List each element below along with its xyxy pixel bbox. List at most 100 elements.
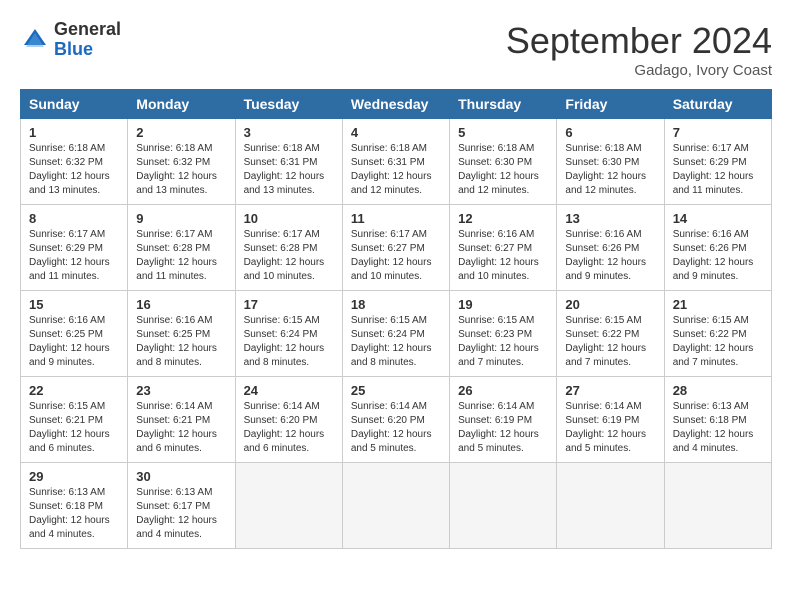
day-number: 29 — [29, 469, 119, 484]
weekday-header-saturday: Saturday — [664, 90, 771, 119]
day-number: 17 — [244, 297, 334, 312]
calendar-day-cell — [235, 463, 342, 549]
day-info: Sunrise: 6:18 AM Sunset: 6:31 PM Dayligh… — [351, 142, 441, 198]
day-number: 4 — [351, 125, 441, 140]
day-number: 18 — [351, 297, 441, 312]
day-number: 5 — [458, 125, 548, 140]
calendar-day-cell: 21 Sunrise: 6:15 AM Sunset: 6:22 PM Dayli… — [664, 291, 771, 377]
weekday-header-sunday: Sunday — [21, 90, 128, 119]
day-number: 14 — [673, 211, 763, 226]
calendar-day-cell: 1Sunrise: 6:18 AM Sunset: 6:32 PM Daylig… — [21, 119, 128, 205]
day-number: 28 — [673, 383, 763, 398]
day-number: 9 — [136, 211, 226, 226]
day-info: Sunrise: 6:17 AM Sunset: 6:27 PM Dayligh… — [351, 228, 441, 284]
day-number: 10 — [244, 211, 334, 226]
calendar-day-cell: 3Sunrise: 6:18 AM Sunset: 6:31 PM Daylig… — [235, 119, 342, 205]
calendar-day-cell — [342, 463, 449, 549]
calendar-day-cell — [450, 463, 557, 549]
calendar-week-2: 8 Sunrise: 6:17 AM Sunset: 6:29 PM Daylig… — [21, 205, 772, 291]
day-info: Sunrise: 6:16 AM Sunset: 6:26 PM Dayligh… — [565, 228, 655, 284]
day-number: 8 — [29, 211, 119, 226]
logo-general-text: General — [54, 20, 121, 40]
day-number: 2 — [136, 125, 226, 140]
weekday-header-monday: Monday — [128, 90, 235, 119]
calendar-day-cell: 10 Sunrise: 6:17 AM Sunset: 6:28 PM Dayli… — [235, 205, 342, 291]
day-info: Sunrise: 6:17 AM Sunset: 6:28 PM Dayligh… — [136, 228, 226, 284]
day-info: Sunrise: 6:13 AM Sunset: 6:18 PM Dayligh… — [29, 486, 119, 542]
calendar-day-cell: 18 Sunrise: 6:15 AM Sunset: 6:24 PM Dayli… — [342, 291, 449, 377]
calendar-table: SundayMondayTuesdayWednesdayThursdayFrid… — [20, 89, 772, 549]
day-info: Sunrise: 6:18 AM Sunset: 6:31 PM Dayligh… — [244, 142, 334, 198]
day-number: 26 — [458, 383, 548, 398]
day-info: Sunrise: 6:16 AM Sunset: 6:26 PM Dayligh… — [673, 228, 763, 284]
calendar-day-cell: 16 Sunrise: 6:16 AM Sunset: 6:25 PM Dayli… — [128, 291, 235, 377]
calendar-day-cell: 24Sunrise: 6:14 AM Sunset: 6:20 PM Dayli… — [235, 377, 342, 463]
day-number: 20 — [565, 297, 655, 312]
calendar-day-cell: 25 Sunrise: 6:14 AM Sunset: 6:20 PM Dayli… — [342, 377, 449, 463]
day-number: 7 — [673, 125, 763, 140]
day-number: 22 — [29, 383, 119, 398]
calendar-day-cell: 2 Sunrise: 6:18 AM Sunset: 6:32 PM Daylig… — [128, 119, 235, 205]
day-info: Sunrise: 6:16 AM Sunset: 6:25 PM Dayligh… — [136, 314, 226, 370]
day-number: 11 — [351, 211, 441, 226]
calendar-day-cell: 5 Sunrise: 6:18 AM Sunset: 6:30 PM Daylig… — [450, 119, 557, 205]
day-number: 19 — [458, 297, 548, 312]
day-info: Sunrise: 6:15 AM Sunset: 6:21 PM Dayligh… — [29, 400, 119, 456]
logo-blue-text: Blue — [54, 40, 121, 60]
day-info: Sunrise: 6:17 AM Sunset: 6:28 PM Dayligh… — [244, 228, 334, 284]
weekday-header-thursday: Thursday — [450, 90, 557, 119]
day-info: Sunrise: 6:15 AM Sunset: 6:24 PM Dayligh… — [351, 314, 441, 370]
day-info: Sunrise: 6:17 AM Sunset: 6:29 PM Dayligh… — [673, 142, 763, 198]
day-info: Sunrise: 6:18 AM Sunset: 6:32 PM Dayligh… — [136, 142, 226, 198]
day-number: 30 — [136, 469, 226, 484]
calendar-day-cell: 15 Sunrise: 6:16 AM Sunset: 6:25 PM Dayli… — [21, 291, 128, 377]
calendar-day-cell: 12Sunrise: 6:16 AM Sunset: 6:27 PM Dayli… — [450, 205, 557, 291]
day-number: 16 — [136, 297, 226, 312]
day-info: Sunrise: 6:14 AM Sunset: 6:20 PM Dayligh… — [244, 400, 334, 456]
calendar-day-cell: 29 Sunrise: 6:13 AM Sunset: 6:18 PM Dayli… — [21, 463, 128, 549]
calendar-day-cell: 6 Sunrise: 6:18 AM Sunset: 6:30 PM Daylig… — [557, 119, 664, 205]
day-number: 21 — [673, 297, 763, 312]
day-number: 6 — [565, 125, 655, 140]
calendar-day-cell: 13 Sunrise: 6:16 AM Sunset: 6:26 PM Dayli… — [557, 205, 664, 291]
day-info: Sunrise: 6:17 AM Sunset: 6:29 PM Dayligh… — [29, 228, 119, 284]
day-number: 25 — [351, 383, 441, 398]
calendar-day-cell: 30 Sunrise: 6:13 AM Sunset: 6:17 PM Dayli… — [128, 463, 235, 549]
calendar-day-cell: 7 Sunrise: 6:17 AM Sunset: 6:29 PM Daylig… — [664, 119, 771, 205]
day-info: Sunrise: 6:13 AM Sunset: 6:17 PM Dayligh… — [136, 486, 226, 542]
day-info: Sunrise: 6:14 AM Sunset: 6:20 PM Dayligh… — [351, 400, 441, 456]
day-info: Sunrise: 6:16 AM Sunset: 6:27 PM Dayligh… — [458, 228, 548, 284]
weekday-header-wednesday: Wednesday — [342, 90, 449, 119]
calendar-day-cell: 4 Sunrise: 6:18 AM Sunset: 6:31 PM Daylig… — [342, 119, 449, 205]
day-info: Sunrise: 6:15 AM Sunset: 6:22 PM Dayligh… — [673, 314, 763, 370]
day-info: Sunrise: 6:18 AM Sunset: 6:30 PM Dayligh… — [458, 142, 548, 198]
day-info: Sunrise: 6:14 AM Sunset: 6:21 PM Dayligh… — [136, 400, 226, 456]
month-title: September 2024 — [506, 20, 772, 62]
day-info: Sunrise: 6:15 AM Sunset: 6:24 PM Dayligh… — [244, 314, 334, 370]
day-info: Sunrise: 6:14 AM Sunset: 6:19 PM Dayligh… — [458, 400, 548, 456]
calendar-day-cell: 26 Sunrise: 6:14 AM Sunset: 6:19 PM Dayli… — [450, 377, 557, 463]
calendar-day-cell: 28 Sunrise: 6:13 AM Sunset: 6:18 PM Dayli… — [664, 377, 771, 463]
calendar-week-5: 29 Sunrise: 6:13 AM Sunset: 6:18 PM Dayli… — [21, 463, 772, 549]
day-info: Sunrise: 6:18 AM Sunset: 6:30 PM Dayligh… — [565, 142, 655, 198]
calendar-day-cell: 8 Sunrise: 6:17 AM Sunset: 6:29 PM Daylig… — [21, 205, 128, 291]
calendar-day-cell: 22 Sunrise: 6:15 AM Sunset: 6:21 PM Dayli… — [21, 377, 128, 463]
day-number: 13 — [565, 211, 655, 226]
logo-icon — [20, 25, 50, 55]
day-info: Sunrise: 6:15 AM Sunset: 6:22 PM Dayligh… — [565, 314, 655, 370]
day-number: 27 — [565, 383, 655, 398]
day-info: Sunrise: 6:13 AM Sunset: 6:18 PM Dayligh… — [673, 400, 763, 456]
day-number: 15 — [29, 297, 119, 312]
calendar-day-cell: 23 Sunrise: 6:14 AM Sunset: 6:21 PM Dayli… — [128, 377, 235, 463]
calendar-week-3: 15 Sunrise: 6:16 AM Sunset: 6:25 PM Dayli… — [21, 291, 772, 377]
calendar-day-cell: 19 Sunrise: 6:15 AM Sunset: 6:23 PM Dayli… — [450, 291, 557, 377]
day-info: Sunrise: 6:14 AM Sunset: 6:19 PM Dayligh… — [565, 400, 655, 456]
calendar-day-cell: 17 Sunrise: 6:15 AM Sunset: 6:24 PM Dayli… — [235, 291, 342, 377]
day-number: 23 — [136, 383, 226, 398]
day-info: Sunrise: 6:15 AM Sunset: 6:23 PM Dayligh… — [458, 314, 548, 370]
day-info: Sunrise: 6:16 AM Sunset: 6:25 PM Dayligh… — [29, 314, 119, 370]
weekday-header-tuesday: Tuesday — [235, 90, 342, 119]
calendar-body: 1 Sunrise: 6:18 AM Sunset: 6:32 PM Daylig… — [21, 119, 772, 549]
day-number: 1 — [29, 125, 119, 140]
calendar-day-cell: 20 Sunrise: 6:15 AM Sunset: 6:22 PM Dayli… — [557, 291, 664, 377]
